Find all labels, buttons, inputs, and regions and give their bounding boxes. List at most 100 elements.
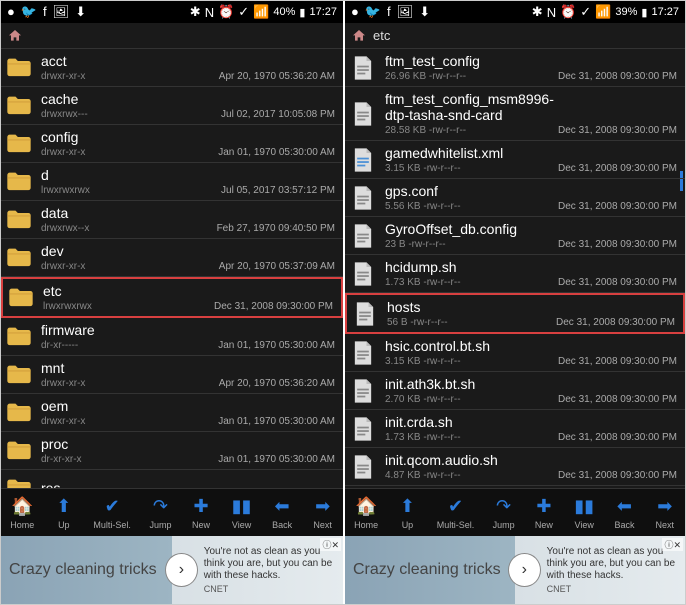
file-row[interactable]: configdrwxr-xr-xJan 01, 1970 05:30:00 AM — [1, 125, 343, 163]
gallery-icon: 🖼 — [53, 4, 70, 20]
toolbar-jump-button[interactable]: ↷Jump — [149, 496, 171, 530]
toolbar-label: Up — [58, 520, 70, 530]
file-row[interactable]: devdrwxr-xr-xApr 20, 1970 05:37:09 AM — [1, 239, 343, 277]
ad-headline: Crazy cleaning tricks — [353, 561, 502, 579]
file-row[interactable]: res — [1, 470, 343, 488]
file-row[interactable]: GyroOffset_db.config23 B -rw-r--r--Dec 3… — [345, 217, 685, 255]
ad-body-wrap: You're not as clean as you think you are… — [547, 546, 677, 595]
file-meta: lrwxrwxrwx — [41, 185, 221, 196]
toolbar-label: Back — [272, 520, 292, 530]
toolbar-multisel-button[interactable]: ✔Multi-Sel. — [437, 496, 475, 530]
clock-label: 17:27 — [309, 6, 337, 18]
file-meta: 3.15 KB -rw-r--r-- — [385, 356, 558, 367]
view-icon: ▮▮ — [231, 496, 253, 518]
ad-banner[interactable]: Crazy cleaning tricks › You're not as cl… — [1, 536, 343, 604]
folder-icon — [5, 92, 33, 120]
file-row[interactable]: datadrwxrwx--xFeb 27, 1970 09:40:50 PM — [1, 201, 343, 239]
file-meta: 4.87 KB -rw-r--r-- — [385, 470, 558, 481]
file-row[interactable]: hsic.control.bt.sh3.15 KB -rw-r--r--Dec … — [345, 334, 685, 372]
toolbar-multisel-button[interactable]: ✔Multi-Sel. — [93, 496, 131, 530]
folder-icon — [5, 361, 33, 389]
file-name: hsic.control.bt.sh — [385, 338, 558, 354]
home-icon — [7, 28, 23, 44]
ad-headline: Crazy cleaning tricks — [9, 561, 159, 579]
check-icon: ✓ — [238, 4, 249, 20]
file-row[interactable]: acctdrwxr-xr-xApr 20, 1970 05:36:20 AM — [1, 49, 343, 87]
toolbar-up-button[interactable]: ⬆Up — [396, 496, 418, 530]
toolbar-back-button[interactable]: ⬅Back — [271, 496, 293, 530]
file-row[interactable]: etclrwxrwxrwxDec 31, 2008 09:30:00 PM — [1, 277, 343, 318]
file-row[interactable]: procdr-xr-xr-xJan 01, 1970 05:30:00 AM — [1, 432, 343, 470]
nfc-icon: N — [547, 5, 556, 20]
file-row[interactable]: init.crda.sh1.73 KB -rw-r--r--Dec 31, 20… — [345, 410, 685, 448]
ad-arrow-button[interactable]: › — [165, 553, 198, 587]
file-row[interactable]: cachedrwxrwx---Jul 02, 2017 10:05:08 PM — [1, 87, 343, 125]
home-icon: 🏠 — [355, 496, 377, 518]
file-row[interactable]: init.qcom.audio.sh4.87 KB -rw-r--r--Dec … — [345, 448, 685, 486]
file-row[interactable]: gps.conf5.56 KB -rw-r--r--Dec 31, 2008 0… — [345, 179, 685, 217]
toolbar-next-button[interactable]: ➡Next — [654, 496, 676, 530]
toolbar-up-button[interactable]: ⬆Up — [53, 496, 75, 530]
view-icon: ▮▮ — [573, 496, 595, 518]
file-meta: dr-xr----- — [41, 340, 218, 351]
path-bar[interactable]: etc — [345, 23, 685, 49]
file-row[interactable]: mntdrwxr-xr-xApr 20, 1970 05:36:20 AM — [1, 356, 343, 394]
file-name: hosts — [387, 299, 556, 315]
toolbar-home-button[interactable]: 🏠Home — [10, 496, 34, 530]
back-icon: ⬅ — [613, 496, 635, 518]
file-list-left[interactable]: acctdrwxr-xr-xApr 20, 1970 05:36:20 AMca… — [1, 49, 343, 488]
file-date: Dec 31, 2008 09:30:00 PM — [556, 317, 675, 328]
file-date: Dec 31, 2008 09:30:00 PM — [558, 239, 677, 250]
status-right-icons: ✱ N ⏰ ✓ 📶 39% ▮ 17:27 — [532, 4, 679, 20]
file-list-right[interactable]: ftm_test_config26.96 KB -rw-r--r--Dec 31… — [345, 49, 685, 488]
download-icon: ⬇ — [75, 4, 86, 20]
ad-close-icon[interactable]: ⓘ✕ — [320, 538, 341, 551]
jump-icon: ↷ — [149, 496, 171, 518]
file-meta: drwxr-xr-x — [41, 378, 219, 389]
home-icon: 🏠 — [11, 496, 33, 518]
toolbar-label: Jump — [493, 520, 515, 530]
file-date: Dec 31, 2008 09:30:00 PM — [558, 432, 677, 443]
jump-icon: ↷ — [493, 496, 515, 518]
ad-close-icon[interactable]: ⓘ✕ — [662, 538, 683, 551]
toolbar-next-button[interactable]: ➡Next — [312, 496, 334, 530]
file-name: cache — [41, 91, 221, 107]
toolbar-label: Home — [354, 520, 378, 530]
file-meta: drwxrwx--x — [41, 223, 217, 234]
file-date: Dec 31, 2008 09:30:00 PM — [214, 301, 333, 312]
file-row[interactable]: firmwaredr-xr-----Jan 01, 1970 05:30:00 … — [1, 318, 343, 356]
toolbar-new-button[interactable]: ✚New — [190, 496, 212, 530]
ad-banner[interactable]: Crazy cleaning tricks › You're not as cl… — [345, 536, 685, 604]
toolbar-back-button[interactable]: ⬅Back — [613, 496, 635, 530]
file-row[interactable]: ftm_test_config26.96 KB -rw-r--r--Dec 31… — [345, 49, 685, 87]
toolbar-jump-button[interactable]: ↷ Jump — [493, 496, 515, 530]
file-date: Dec 31, 2008 09:30:00 PM — [558, 277, 677, 288]
toolbar-view-button[interactable]: ▮▮View — [231, 496, 253, 530]
file-meta: 1.73 KB -rw-r--r-- — [385, 432, 558, 443]
path-bar[interactable] — [1, 23, 343, 49]
battery-label: 40% — [273, 6, 295, 18]
alarm-icon: ⏰ — [218, 4, 234, 20]
file-row[interactable]: init.ath3k.bt.sh2.70 KB -rw-r--r--Dec 31… — [345, 372, 685, 410]
file-row[interactable]: hcidump.sh1.73 KB -rw-r--r--Dec 31, 2008… — [345, 255, 685, 293]
toolbar-label: Multi-Sel. — [437, 520, 475, 530]
file-row[interactable]: oemdrwxr-xr-xJan 01, 1970 05:30:00 AM — [1, 394, 343, 432]
alarm-icon: ⏰ — [560, 4, 576, 20]
status-left-icons: ● 🐦 f 🖼 ⬇ — [351, 4, 430, 20]
toolbar-home-button[interactable]: 🏠 Home — [354, 496, 378, 530]
file-date: Jul 05, 2017 03:57:12 PM — [221, 185, 335, 196]
folder-icon — [7, 284, 35, 312]
file-row[interactable]: ftm_test_config_msm8996-dtp-tasha-snd-ca… — [345, 87, 685, 141]
file-meta: drwxr-xr-x — [41, 71, 219, 82]
battery-icon: ▮ — [641, 6, 647, 19]
file-row[interactable]: gamedwhitelist.xml3.15 KB -rw-r--r--Dec … — [345, 141, 685, 179]
file-row[interactable]: dlrwxrwxrwxJul 05, 2017 03:57:12 PM — [1, 163, 343, 201]
file-row[interactable]: hosts56 B -rw-r--r--Dec 31, 2008 09:30:0… — [345, 293, 685, 334]
toolbar-view-button[interactable]: ▮▮View — [573, 496, 595, 530]
ad-arrow-button[interactable]: › — [508, 553, 541, 587]
toolbar-new-button[interactable]: ✚New — [533, 496, 555, 530]
file-meta: 2.70 KB -rw-r--r-- — [385, 394, 558, 405]
file-icon — [349, 453, 377, 481]
check-icon: ✓ — [580, 4, 591, 20]
folder-icon — [5, 399, 33, 427]
